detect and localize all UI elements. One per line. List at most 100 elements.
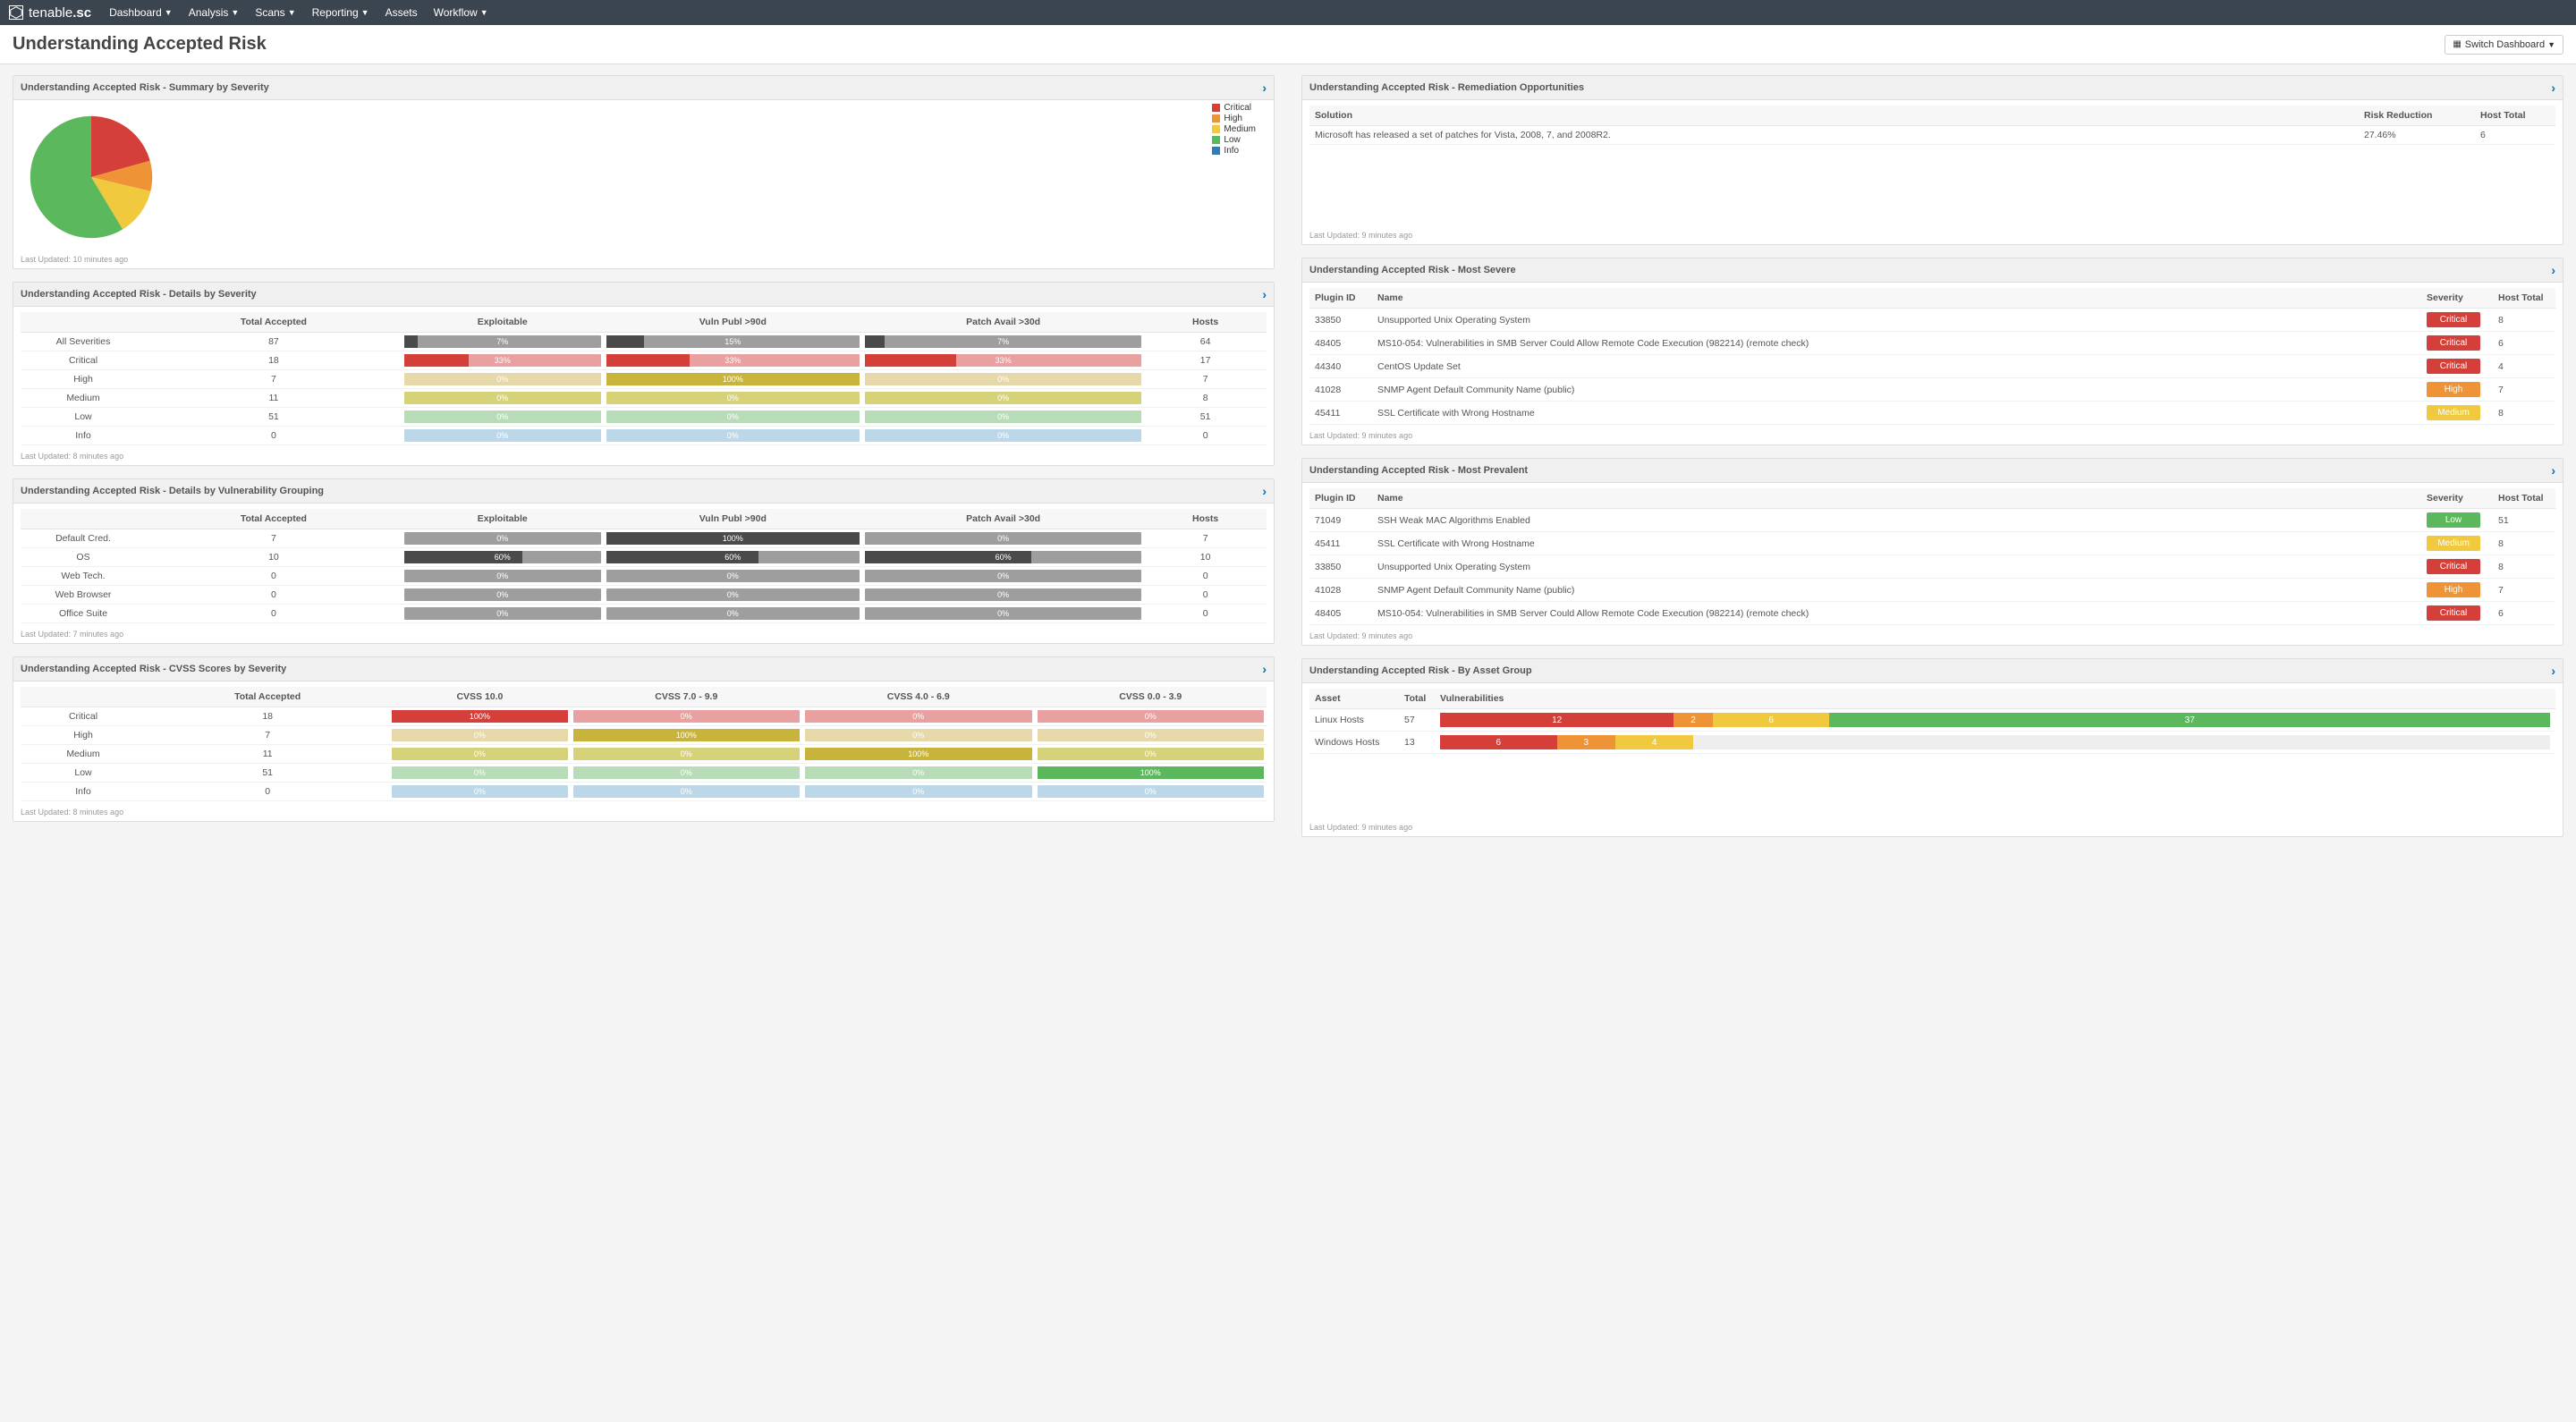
panel-summary-severity: Understanding Accepted Risk - Summary by…: [13, 75, 1275, 269]
table-row[interactable]: Low510%0%0%51: [21, 408, 1267, 427]
table-row[interactable]: Medium110%0%0%8: [21, 389, 1267, 408]
chevron-right-icon[interactable]: ›: [1262, 662, 1267, 676]
page-header: Understanding Accepted Risk ▦ Switch Das…: [0, 25, 2576, 64]
table-row[interactable]: 33850Unsupported Unix Operating SystemCr…: [1309, 555, 2555, 579]
last-updated: Last Updated: 8 minutes ago: [13, 805, 1274, 821]
table-row[interactable]: All Severities877%15%7%64: [21, 333, 1267, 351]
table-row[interactable]: Info00%0%0%0: [21, 427, 1267, 445]
col-header: Host Total: [2493, 488, 2555, 509]
table-row[interactable]: Critical1833%33%33%17: [21, 351, 1267, 370]
col-header: Plugin ID: [1309, 288, 1372, 309]
table-row[interactable]: High70%100%0%0%: [21, 726, 1267, 745]
remediation-table: SolutionRisk ReductionHost TotalMicrosof…: [1309, 106, 2555, 145]
chevron-right-icon[interactable]: ›: [1262, 287, 1267, 301]
bar-segment-medium: 6: [1713, 713, 1830, 727]
table-row[interactable]: Linux Hosts57122637: [1309, 709, 2555, 732]
table-row[interactable]: 48405MS10-054: Vulnerabilities in SMB Se…: [1309, 602, 2555, 625]
table-row[interactable]: Web Tech.00%0%0%0: [21, 567, 1267, 586]
legend-item: Info: [1212, 146, 1256, 156]
chevron-right-icon[interactable]: ›: [1262, 80, 1267, 95]
panel-title: Understanding Accepted Risk - Remediatio…: [1309, 82, 1584, 93]
col-header: [21, 509, 146, 529]
tenable-logo-icon: [9, 5, 23, 20]
last-updated: Last Updated: 9 minutes ago: [1302, 228, 1419, 244]
table-row[interactable]: Office Suite00%0%0%0: [21, 605, 1267, 623]
table-row[interactable]: 41028SNMP Agent Default Community Name (…: [1309, 579, 2555, 602]
bar-segment-high: 3: [1557, 735, 1615, 749]
table-row[interactable]: Low510%0%0%100%: [21, 764, 1267, 783]
col-header: Exploitable: [402, 509, 604, 529]
caret-down-icon: ▼: [480, 8, 488, 17]
table-row[interactable]: 45411SSL Certificate with Wrong Hostname…: [1309, 402, 2555, 425]
col-header: Vuln Publ >90d: [604, 312, 862, 333]
table-row[interactable]: 71049SSH Weak MAC Algorithms EnabledLow5…: [1309, 509, 2555, 532]
grid-icon: ▦: [2453, 39, 2461, 49]
col-header: CVSS 10.0: [389, 687, 570, 707]
right-column: Understanding Accepted Risk - Remediatio…: [1301, 75, 2563, 837]
table-row[interactable]: High70%100%0%7: [21, 370, 1267, 389]
col-header: Name: [1372, 288, 2421, 309]
severity-pie-chart: [24, 110, 158, 244]
table-row[interactable]: Web Browser00%0%0%0: [21, 586, 1267, 605]
last-updated: Last Updated: 7 minutes ago: [13, 627, 1274, 643]
col-header: CVSS 0.0 - 3.9: [1035, 687, 1267, 707]
last-updated: Last Updated: 9 minutes ago: [1302, 820, 1419, 836]
table-row[interactable]: 41028SNMP Agent Default Community Name (…: [1309, 378, 2555, 402]
nav-scans[interactable]: Scans▼: [255, 6, 295, 19]
nav-assets[interactable]: Assets: [386, 6, 418, 19]
brand-logo[interactable]: tenable.sc: [9, 5, 91, 21]
chevron-right-icon[interactable]: ›: [2551, 263, 2555, 277]
chevron-right-icon[interactable]: ›: [1262, 484, 1267, 498]
col-header: Vuln Publ >90d: [604, 509, 862, 529]
table-row[interactable]: 44340CentOS Update SetCritical4: [1309, 355, 2555, 378]
table-row[interactable]: Default Cred.70%100%0%7: [21, 529, 1267, 548]
nav-dashboard[interactable]: Dashboard▼: [109, 6, 173, 19]
col-header: Plugin ID: [1309, 488, 1372, 509]
col-header: Vulnerabilities: [1435, 689, 2555, 709]
switch-dashboard-button[interactable]: ▦ Switch Dashboard ▼: [2445, 35, 2563, 55]
panel-asset-group: Understanding Accepted Risk - By Asset G…: [1301, 658, 2563, 837]
table-row[interactable]: Info00%0%0%0%: [21, 783, 1267, 801]
most-prevalent-table: Plugin IDNameSeverityHost Total71049SSH …: [1309, 488, 2555, 625]
panel-title: Understanding Accepted Risk - CVSS Score…: [21, 664, 286, 674]
bar-segment-medium: 4: [1615, 735, 1693, 749]
severity-badge: Critical: [2427, 559, 2480, 574]
col-header: [21, 312, 146, 333]
panel-title: Understanding Accepted Risk - Details by…: [21, 289, 257, 300]
table-row[interactable]: OS1060%60%60%10: [21, 548, 1267, 567]
dashboard-grid: Understanding Accepted Risk - Summary by…: [0, 64, 2576, 848]
table-row[interactable]: Medium110%0%100%0%: [21, 745, 1267, 764]
col-header: Hosts: [1144, 312, 1267, 333]
panel-title: Understanding Accepted Risk - Most Preva…: [1309, 465, 1528, 476]
nav-analysis[interactable]: Analysis▼: [189, 6, 240, 19]
panel-most-severe: Understanding Accepted Risk - Most Sever…: [1301, 258, 2563, 445]
col-header: Solution: [1309, 106, 2359, 126]
brand-suffix: .sc: [72, 5, 91, 21]
caret-down-icon: ▼: [361, 8, 369, 17]
severity-badge: Critical: [2427, 605, 2480, 621]
chevron-right-icon[interactable]: ›: [2551, 80, 2555, 95]
table-row[interactable]: 45411SSL Certificate with Wrong Hostname…: [1309, 532, 2555, 555]
left-column: Understanding Accepted Risk - Summary by…: [13, 75, 1275, 837]
chevron-right-icon[interactable]: ›: [2551, 463, 2555, 478]
legend-item: Medium: [1212, 124, 1256, 134]
col-header: Total Accepted: [146, 687, 389, 707]
table-row[interactable]: Critical18100%0%0%0%: [21, 707, 1267, 726]
last-updated: Last Updated: 10 minutes ago: [13, 252, 1274, 268]
chevron-right-icon[interactable]: ›: [2551, 664, 2555, 678]
col-header: Exploitable: [402, 312, 604, 333]
table-row[interactable]: Windows Hosts13634: [1309, 732, 2555, 754]
severity-badge: Medium: [2427, 405, 2480, 420]
details-vuln-table: Total AcceptedExploitableVuln Publ >90dP…: [21, 509, 1267, 623]
table-row[interactable]: 48405MS10-054: Vulnerabilities in SMB Se…: [1309, 332, 2555, 355]
nav-reporting[interactable]: Reporting▼: [312, 6, 369, 19]
bar-segment-high: 2: [1674, 713, 1713, 727]
panel-remediation: Understanding Accepted Risk - Remediatio…: [1301, 75, 2563, 245]
table-row[interactable]: 33850Unsupported Unix Operating SystemCr…: [1309, 309, 2555, 332]
nav-workflow[interactable]: Workflow▼: [434, 6, 488, 19]
col-header: Name: [1372, 488, 2421, 509]
table-row[interactable]: Microsoft has released a set of patches …: [1309, 126, 2555, 145]
col-header: Severity: [2421, 488, 2493, 509]
severity-badge: Critical: [2427, 359, 2480, 374]
legend-swatch: [1212, 114, 1220, 123]
